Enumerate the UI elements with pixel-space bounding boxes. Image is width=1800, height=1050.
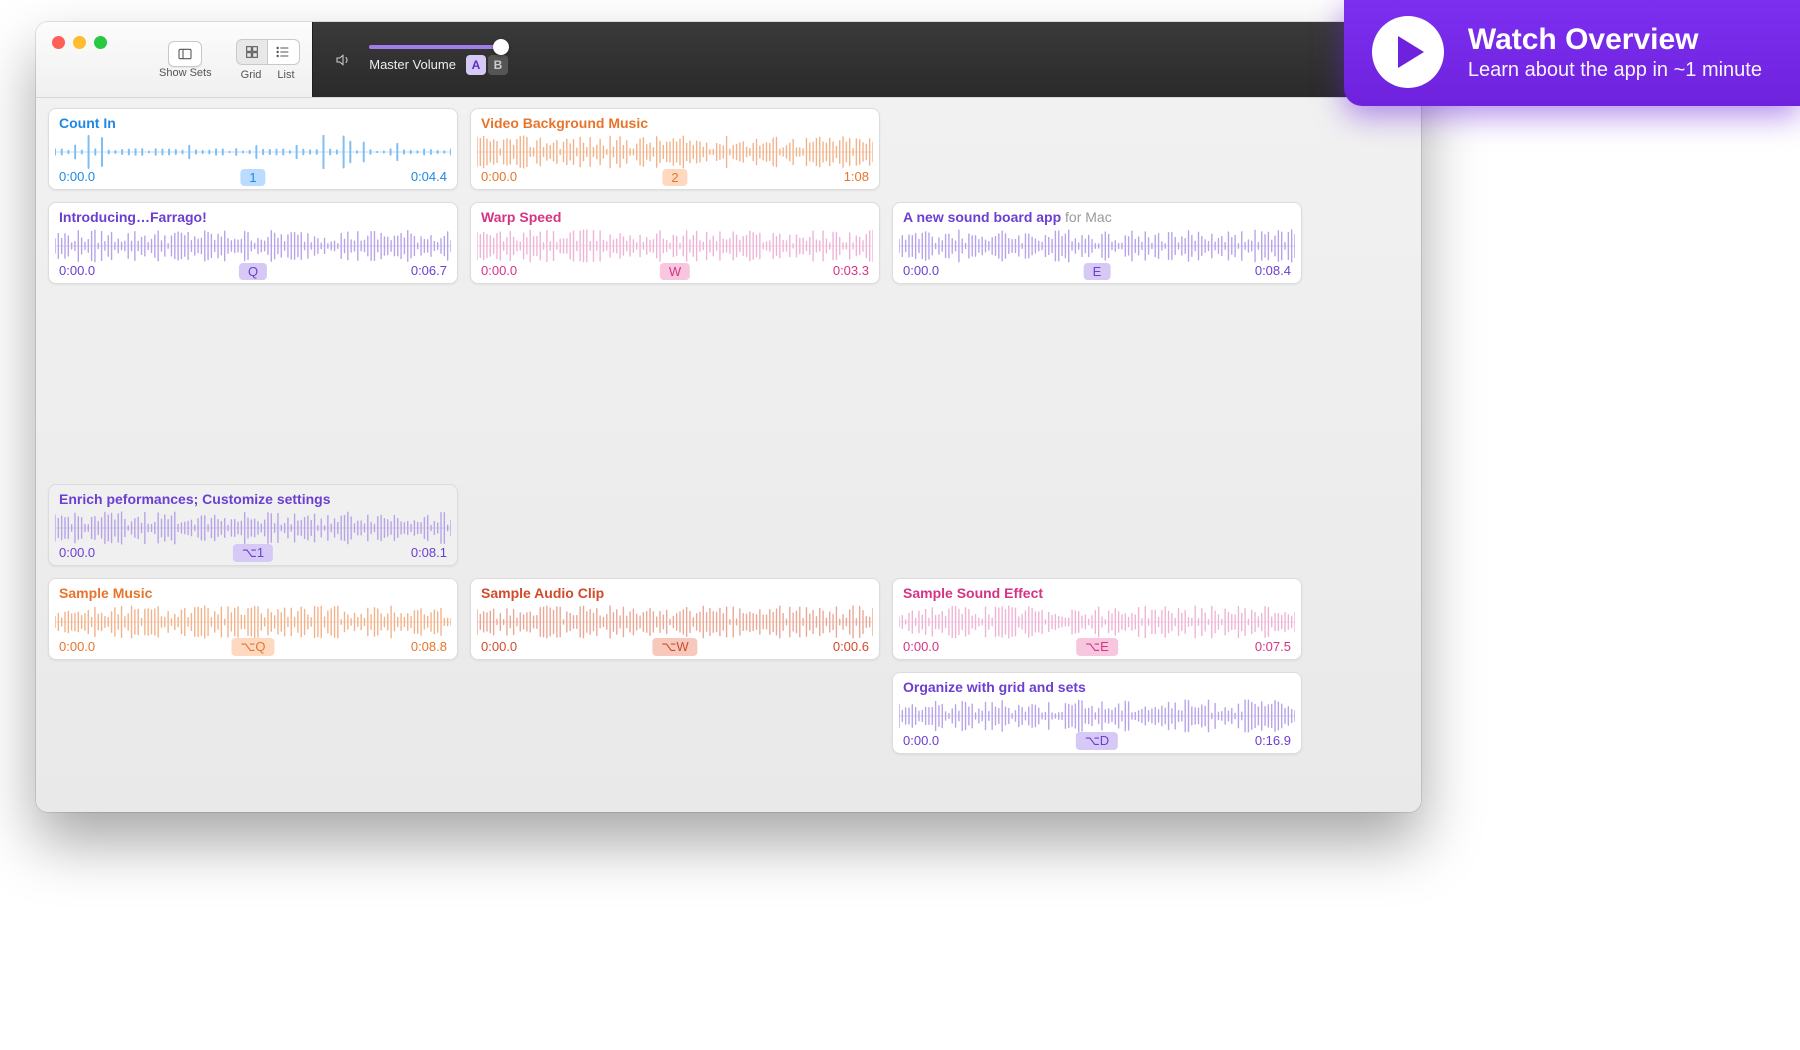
view-mode-segmented: [236, 39, 300, 65]
tile-sample-sound-effect[interactable]: Sample Sound Effect 0:00.0 0:07.5 ⌥E: [892, 578, 1302, 660]
volume-icon: [335, 52, 351, 68]
waveform: [477, 229, 873, 263]
grid-label: Grid: [241, 69, 262, 81]
tile-intro-farrago[interactable]: Introducing…Farrago! 0:00.0 0:06.7 Q: [48, 202, 458, 284]
tile-count-in[interactable]: Count In 0:00.0 0:04.4 1: [48, 108, 458, 190]
list-label: List: [277, 69, 294, 81]
show-sets-button[interactable]: [168, 41, 202, 67]
tile-video-bg-music[interactable]: Video Background Music 0:00.0 1:08 2: [470, 108, 880, 190]
tile-end-time: 0:00.6: [833, 639, 869, 654]
tile-hotkey: ⌥D: [1076, 732, 1118, 750]
ab-a-button[interactable]: A: [466, 55, 486, 75]
tile-hotkey: E: [1084, 263, 1111, 280]
tile-title: Organize with grid and sets: [903, 679, 1291, 695]
tile-start-time: 0:00.0: [59, 639, 95, 654]
tile-start-time: 0:00.0: [59, 169, 95, 184]
tile-end-time: 0:08.1: [411, 545, 447, 560]
waveform: [899, 605, 1295, 639]
tile-start-time: 0:00.0: [59, 545, 95, 560]
tile-title: A new sound board app for Mac: [903, 209, 1291, 225]
grid-view-button[interactable]: [236, 39, 268, 65]
tile-title: Enrich peformances; Customize settings: [59, 491, 447, 507]
master-bar: Master Volume A B Unpau: [312, 22, 1421, 97]
tile-hotkey: 1: [240, 169, 265, 186]
tile-hotkey: ⌥Q: [231, 638, 274, 656]
maximize-button[interactable]: [94, 36, 107, 49]
tile-title: Sample Music: [59, 585, 447, 601]
show-sets-label: Show Sets: [159, 67, 212, 79]
ab-b-button[interactable]: B: [488, 55, 508, 75]
tile-end-time: 0:04.4: [411, 169, 447, 184]
tile-title: Sample Sound Effect: [903, 585, 1291, 601]
tile-start-time: 0:00.0: [59, 263, 95, 278]
master-volume-label: Master Volume: [369, 57, 456, 72]
waveform: [55, 229, 451, 263]
volume-fill: [369, 45, 502, 49]
tile-enrich[interactable]: Enrich peformances; Customize settings 0…: [48, 484, 458, 566]
tile-title: Sample Audio Clip: [481, 585, 869, 601]
tile-organize-grid-sets[interactable]: Organize with grid and sets 0:00.0 0:16.…: [892, 672, 1302, 754]
volume-thumb[interactable]: [493, 39, 509, 55]
tile-end-time: 0:16.9: [1255, 733, 1291, 748]
window-controls: [36, 22, 107, 52]
ab-toggle: A B: [466, 55, 508, 75]
tile-end-time: 0:08.8: [411, 639, 447, 654]
tile-end-time: 0:08.4: [1255, 263, 1291, 278]
minimize-button[interactable]: [73, 36, 86, 49]
tile-hotkey: 2: [662, 169, 687, 186]
app-window: Show Sets Grid List: [36, 22, 1421, 812]
waveform: [899, 229, 1295, 263]
tile-sample-music[interactable]: Sample Music 0:00.0 0:08.8 ⌥Q: [48, 578, 458, 660]
tile-hotkey: ⌥1: [233, 544, 273, 562]
banner-subtitle: Learn about the app in ~1 minute: [1468, 59, 1762, 82]
sound-grid: Count In 0:00.0 0:04.4 1 Video Backgroun…: [36, 98, 1421, 764]
master-volume-slider[interactable]: [369, 45, 509, 49]
tile-start-time: 0:00.0: [903, 639, 939, 654]
tile-start-time: 0:00.0: [903, 733, 939, 748]
banner-title: Watch Overview: [1468, 23, 1762, 57]
tile-warp-speed[interactable]: Warp Speed 0:00.0 0:03.3 W: [470, 202, 880, 284]
tile-title: Warp Speed: [481, 209, 869, 225]
toolbar: Show Sets Grid List: [36, 22, 1421, 98]
list-icon: [275, 44, 291, 60]
close-button[interactable]: [52, 36, 65, 49]
tile-sample-audio-clip[interactable]: Sample Audio Clip 0:00.0 0:00.6 ⌥W: [470, 578, 880, 660]
play-icon: [1372, 16, 1444, 88]
sidebar-icon: [177, 46, 193, 62]
tile-hotkey: W: [660, 263, 690, 280]
tile-title: Introducing…Farrago!: [59, 209, 447, 225]
waveform: [55, 605, 451, 639]
tile-end-time: 1:08: [844, 169, 869, 184]
waveform: [55, 511, 451, 545]
waveform: [899, 699, 1295, 733]
tile-hotkey: Q: [239, 263, 267, 280]
tile-start-time: 0:00.0: [903, 263, 939, 278]
waveform: [477, 135, 873, 169]
waveform: [477, 605, 873, 639]
tile-hotkey: ⌥W: [652, 638, 697, 656]
watch-overview-banner[interactable]: Watch Overview Learn about the app in ~1…: [1344, 0, 1800, 106]
tile-hotkey: ⌥E: [1076, 638, 1118, 656]
tile-new-sound-board[interactable]: A new sound board app for Mac 0:00.0 0:0…: [892, 202, 1302, 284]
tile-title: Video Background Music: [481, 115, 869, 131]
tile-end-time: 0:07.5: [1255, 639, 1291, 654]
tile-title: Count In: [59, 115, 447, 131]
tile-start-time: 0:00.0: [481, 169, 517, 184]
tile-start-time: 0:00.0: [481, 639, 517, 654]
grid-icon: [244, 44, 260, 60]
tile-end-time: 0:03.3: [833, 263, 869, 278]
tile-start-time: 0:00.0: [481, 263, 517, 278]
tile-end-time: 0:06.7: [411, 263, 447, 278]
list-view-button[interactable]: [268, 39, 300, 65]
waveform: [55, 135, 451, 169]
